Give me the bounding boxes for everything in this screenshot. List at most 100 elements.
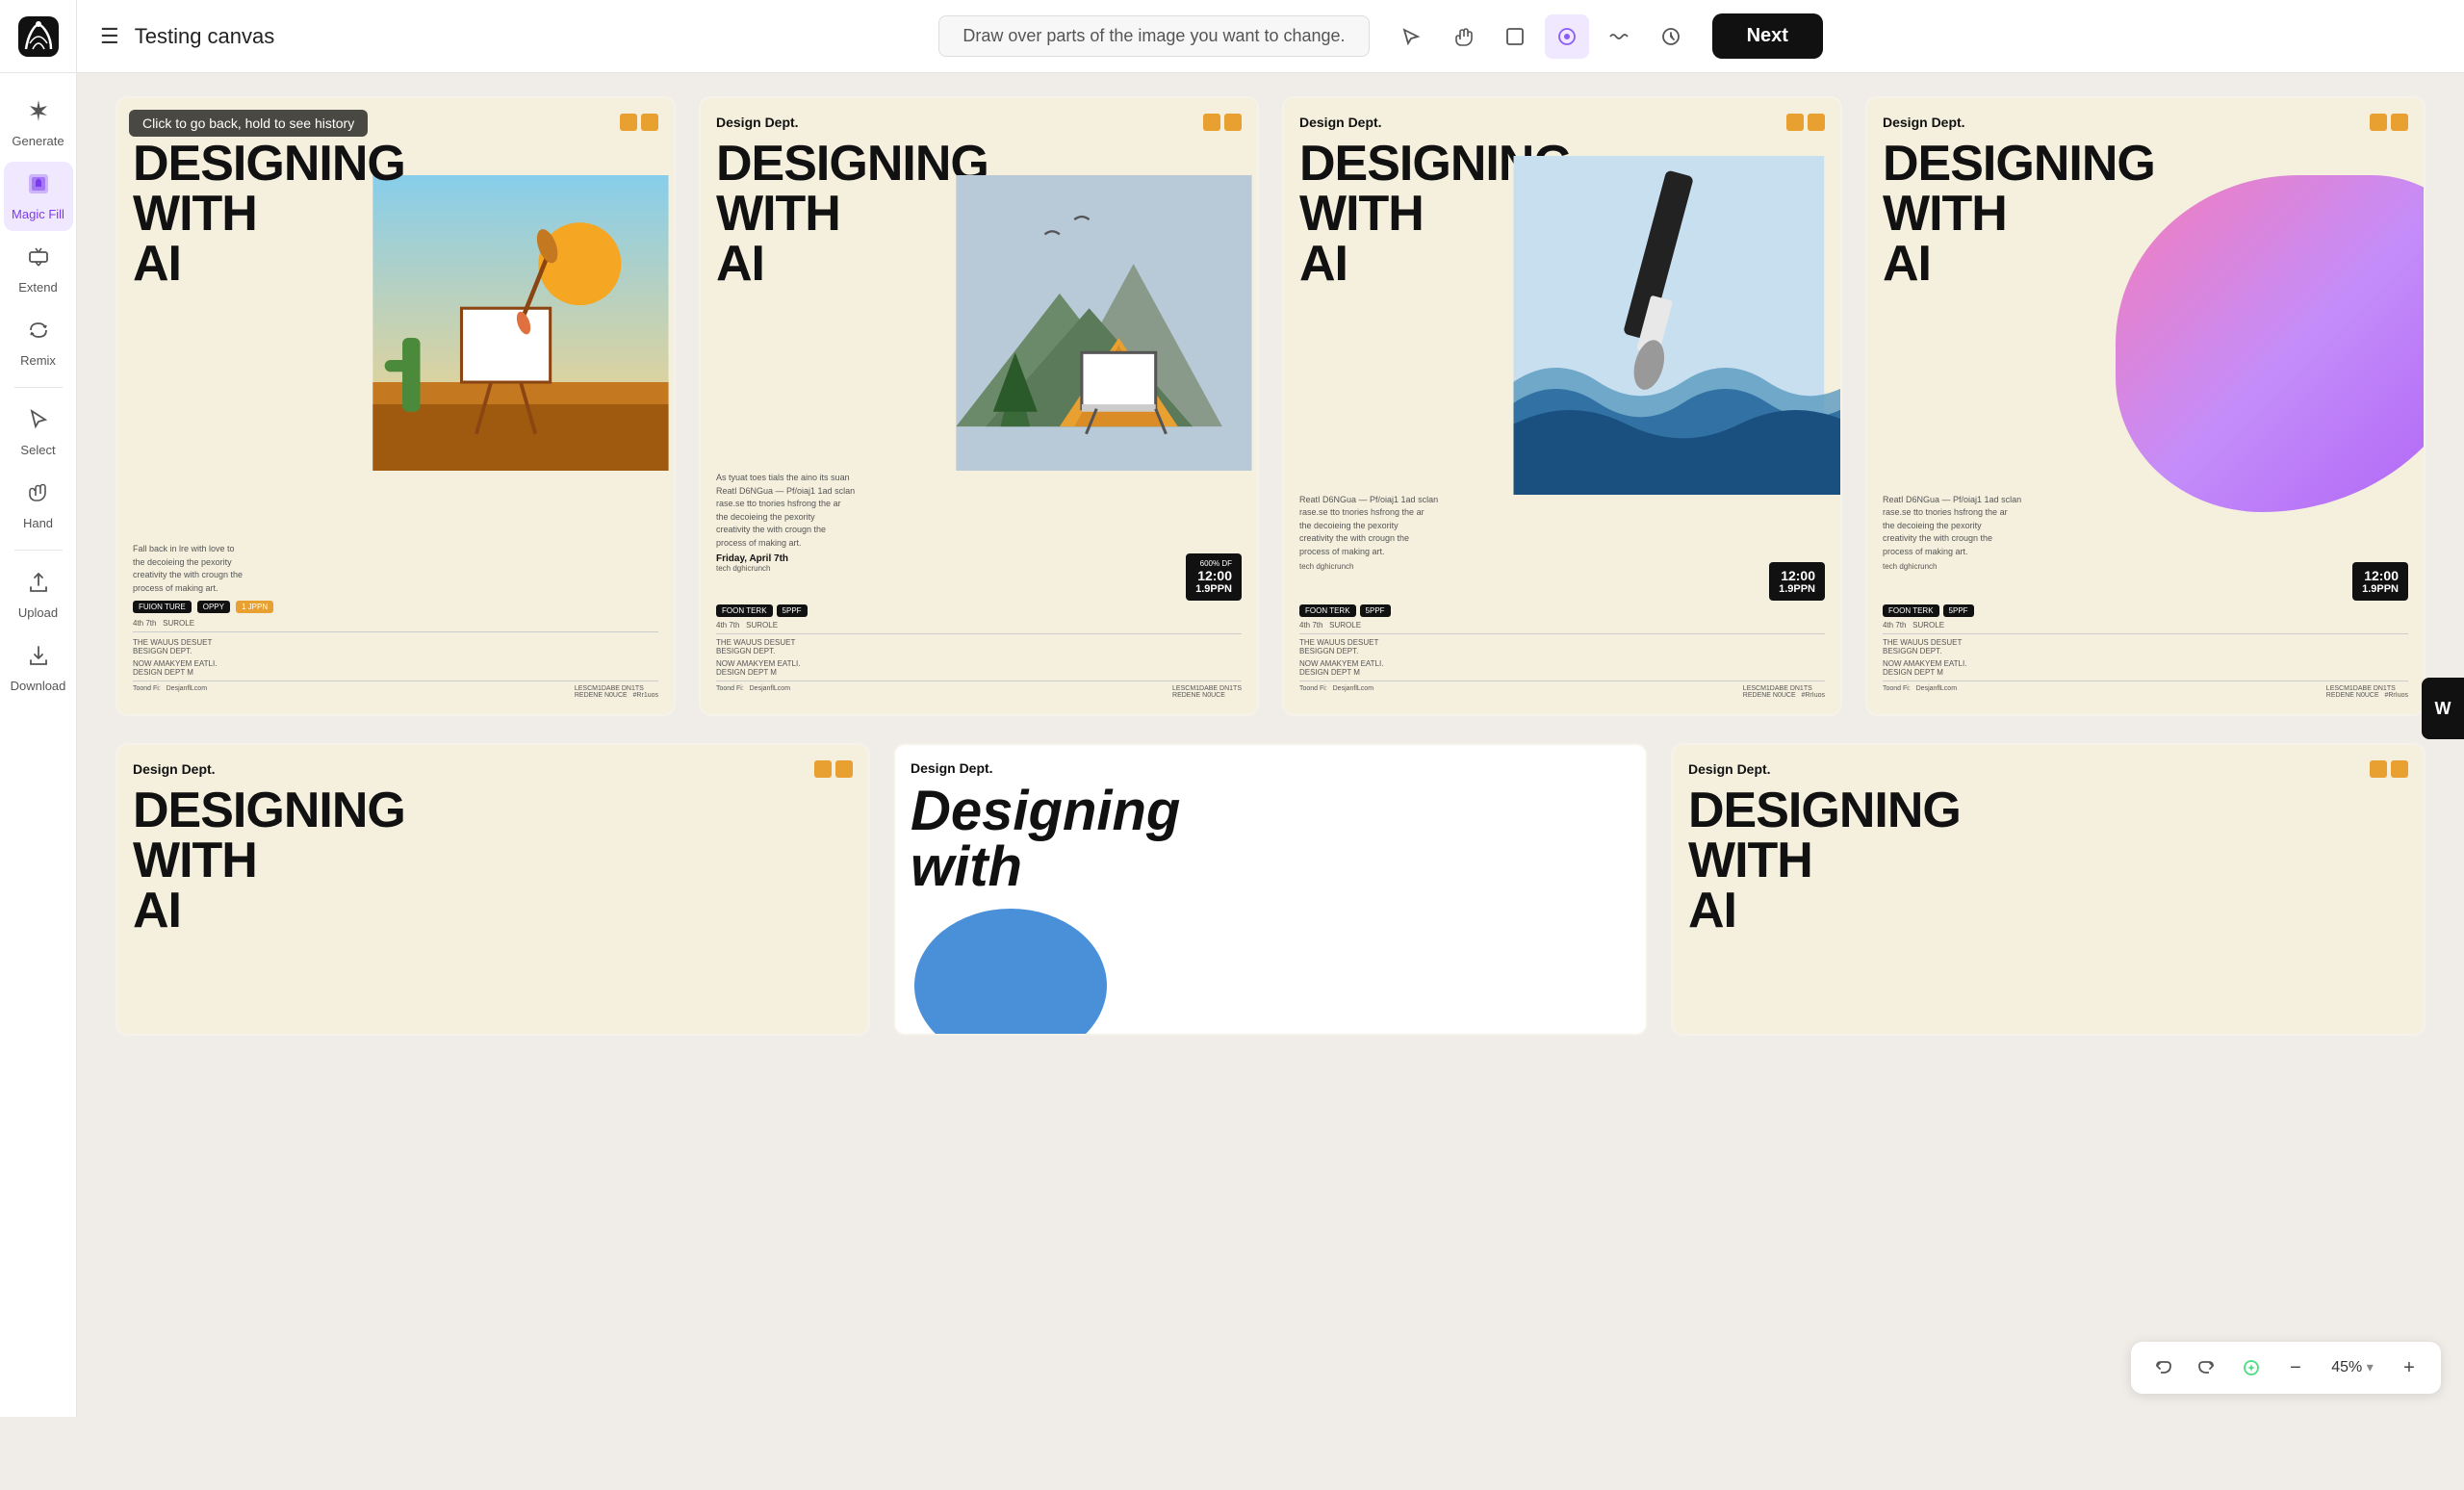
select-icon xyxy=(26,407,51,439)
instruction-text: Draw over parts of the image you want to… xyxy=(938,15,1369,57)
poster-1-title-bottom: THE WAUUS DESUETBESIGGN DEPT. xyxy=(133,631,658,655)
poster-1-icons xyxy=(620,114,658,131)
zoom-in-button[interactable]: + xyxy=(2393,1351,2426,1384)
card-7[interactable]: Design Dept. DESIGNINGWITHAI xyxy=(1671,743,2426,1036)
card-5[interactable]: Design Dept. DESIGNINGWITHAI xyxy=(116,743,870,1036)
poster-3-header: Design Dept. xyxy=(1299,114,1825,131)
poster-3-icon-1 xyxy=(1786,114,1804,131)
sidebar-item-remix[interactable]: Remix xyxy=(4,308,73,377)
poster-5-title: DESIGNINGWITHAI xyxy=(133,785,853,1018)
hamburger-icon[interactable]: ☰ xyxy=(100,24,119,49)
brush-tool-icon xyxy=(1556,26,1578,47)
poster-1-tags2: 4th 7th SUROLE xyxy=(133,619,658,628)
card-3[interactable]: Design Dept. DESIGNINGWITHAI xyxy=(1282,96,1842,716)
card-6[interactable]: Design Dept. Designingwith xyxy=(893,743,1648,1036)
zoom-out-button[interactable]: − xyxy=(2279,1351,2312,1384)
history-tool-btn[interactable] xyxy=(1649,14,1693,59)
redo-button[interactable] xyxy=(2191,1351,2223,1384)
sidebar: Generate Magic Fill Extend xyxy=(0,73,77,1417)
poster-4-tags: FOON TERK 5PPF xyxy=(1883,604,2408,617)
zoom-controls: − 45% ▾ + xyxy=(2131,1342,2441,1394)
poster-1-tags: FUION TURE OPPY 1 JPPN xyxy=(133,601,658,613)
main-canvas: Click to go back, hold to see history DE… xyxy=(77,73,2464,1417)
extend-icon xyxy=(26,244,51,276)
poster-7-brand: Design Dept. xyxy=(1688,761,1771,777)
poster-2-icon-1 xyxy=(1203,114,1220,131)
sidebar-magic-fill-label: Magic Fill xyxy=(12,207,64,221)
upload-icon xyxy=(26,570,51,602)
poster-4-event: tech dghicrunch 12:00 1.9PPN xyxy=(1883,562,2408,601)
sidebar-extend-label: Extend xyxy=(18,280,57,295)
blue-circle xyxy=(914,909,1107,1034)
poster-1-bottom: Toond Fi: DesjanflLcom LESCM1DABE DN1TSR… xyxy=(133,681,658,699)
topbar: ☰ Testing canvas Draw over parts of the … xyxy=(0,0,2464,73)
poster-icon-1 xyxy=(620,114,637,131)
arrow-tool-btn[interactable] xyxy=(1389,14,1433,59)
w-panel-button[interactable]: W xyxy=(2422,678,2464,739)
poster-2-brand: Design Dept. xyxy=(716,115,799,130)
sidebar-divider-2 xyxy=(14,550,63,551)
sidebar-hand-label: Hand xyxy=(23,516,53,530)
poster-3-icon-2 xyxy=(1808,114,1825,131)
poster-3-tags: FOON TERK 5PPF xyxy=(1299,604,1825,617)
poster-2-desc: As tyuat toes tials the aino its suanRea… xyxy=(716,472,1242,550)
redo-icon xyxy=(2197,1358,2217,1377)
poster-5-icon-2 xyxy=(835,760,853,778)
poster-2-icons xyxy=(1203,114,1242,131)
ai-enhance-button[interactable] xyxy=(2235,1351,2268,1384)
card-2[interactable]: Design Dept. DESIGNINGWITHAI xyxy=(699,96,1259,716)
cards-grid-bottom: Design Dept. DESIGNINGWITHAI Design Dept… xyxy=(116,743,2426,1036)
card-4[interactable]: Design Dept. DESIGNINGWITHAI ReatI D6NGu… xyxy=(1865,96,2426,716)
history-tool-icon xyxy=(1660,26,1681,47)
app-logo xyxy=(18,16,59,57)
poster-2: Design Dept. DESIGNINGWITHAI xyxy=(701,98,1257,714)
poster-4-title: DESIGNINGWITHAI xyxy=(1883,139,2408,321)
sidebar-item-upload[interactable]: Upload xyxy=(4,560,73,629)
poster-3-desc: ReatI D6NGua — Pf/oiaj1 1ad sclanrase.se… xyxy=(1299,494,1825,559)
undo-icon xyxy=(2153,1358,2172,1377)
rect-tool-btn[interactable] xyxy=(1493,14,1537,59)
cards-grid-top: Click to go back, hold to see history DE… xyxy=(116,96,2426,716)
poster-5-header: Design Dept. xyxy=(133,760,853,778)
poster-1-desc: Fall back in lre with love tothe decoiei… xyxy=(133,543,658,595)
poster-4-icon-2 xyxy=(2391,114,2408,131)
sidebar-item-magic-fill[interactable]: Magic Fill xyxy=(4,162,73,231)
poster-6-header: Design Dept. xyxy=(911,760,1630,776)
wave-tool-btn[interactable] xyxy=(1597,14,1641,59)
sidebar-item-extend[interactable]: Extend xyxy=(4,235,73,304)
sidebar-item-hand[interactable]: Hand xyxy=(4,471,73,540)
sidebar-divider xyxy=(14,387,63,388)
sidebar-item-download[interactable]: Download xyxy=(4,633,73,703)
tool-buttons xyxy=(1389,14,1693,59)
poster-3-icons xyxy=(1786,114,1825,131)
poster-4-desc: ReatI D6NGua — Pf/oiaj1 1ad sclanrase.se… xyxy=(1883,494,2408,559)
topbar-center: Draw over parts of the image you want to… xyxy=(297,13,2464,59)
poster-5-icon-1 xyxy=(814,760,832,778)
undo-button[interactable] xyxy=(2146,1351,2179,1384)
sidebar-generate-label: Generate xyxy=(12,134,64,148)
card-1[interactable]: Click to go back, hold to see history DE… xyxy=(116,96,676,716)
poster-2-icon-2 xyxy=(1224,114,1242,131)
poster-1-title: DESIGNINGWITHAI xyxy=(133,139,658,350)
forest-illustration xyxy=(951,175,1257,471)
hand-tool-btn[interactable] xyxy=(1441,14,1485,59)
poster-7-icon-1 xyxy=(2370,760,2387,778)
tag-oppy: OPPY xyxy=(197,601,230,613)
sidebar-item-generate[interactable]: Generate xyxy=(4,89,73,158)
poster-7-header: Design Dept. xyxy=(1688,760,2408,778)
brush-tool-btn[interactable] xyxy=(1545,14,1589,59)
sidebar-upload-label: Upload xyxy=(18,605,58,620)
ai-enhance-icon xyxy=(2242,1358,2261,1377)
poster-1-sub: NOW AMAKYEM EATLI.DESIGN DEPT M xyxy=(133,659,658,677)
zoom-level: 45% ▾ xyxy=(2323,1359,2381,1376)
poster-7-icons xyxy=(2370,760,2408,778)
hand-icon xyxy=(26,480,51,512)
poster-4-icons xyxy=(2370,114,2408,131)
sidebar-item-select[interactable]: Select xyxy=(4,398,73,467)
poster-icon-2 xyxy=(641,114,658,131)
zoom-dropdown-btn[interactable]: ▾ xyxy=(2367,1359,2374,1375)
next-button[interactable]: Next xyxy=(1712,13,1823,59)
poster-4-icon-1 xyxy=(2370,114,2387,131)
poster-3-brand: Design Dept. xyxy=(1299,115,1382,130)
poster-3-event: tech dghicrunch 12:00 1.9PPN xyxy=(1299,562,1825,601)
